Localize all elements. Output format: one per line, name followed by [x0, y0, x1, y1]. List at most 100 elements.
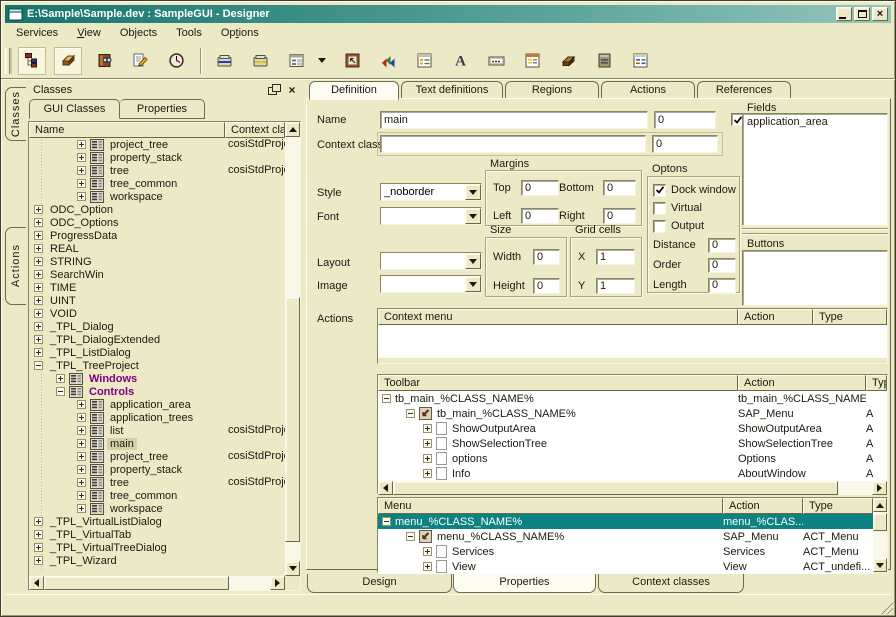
close-panel-icon[interactable]: ×: [285, 84, 299, 97]
tree-item-label[interactable]: application_trees: [107, 412, 196, 424]
tree-row[interactable]: application_trees: [29, 411, 285, 424]
output-checkbox[interactable]: [653, 220, 666, 233]
font-value[interactable]: [381, 208, 465, 224]
image-value[interactable]: [381, 276, 465, 292]
length-input[interactable]: [708, 278, 736, 293]
tree-item-label[interactable]: UINT: [47, 295, 79, 307]
distance-input[interactable]: [708, 238, 736, 253]
classes-tab-properties[interactable]: Properties: [120, 99, 205, 119]
tab-actions[interactable]: Actions: [601, 81, 695, 99]
style-dropdown-icon[interactable]: [465, 184, 481, 200]
toolbar-table[interactable]: Toolbar Action Type tb_main_%CLASS_NAME%…: [377, 374, 888, 494]
expand-plus-icon[interactable]: [77, 166, 86, 175]
tree-row[interactable]: _TPL_Wizard: [29, 554, 285, 567]
server-button[interactable]: [590, 47, 618, 75]
tree-row[interactable]: _TPL_ListDialog: [29, 346, 285, 359]
expand-plus-icon[interactable]: [77, 140, 86, 149]
context-menu-scroll-strip[interactable]: [378, 357, 887, 363]
scroll-right-icon[interactable]: [270, 576, 285, 590]
type-column[interactable]: Type: [866, 375, 887, 391]
tab-regions[interactable]: Regions: [505, 81, 599, 99]
margins-top-input[interactable]: [521, 180, 559, 196]
expand-plus-icon[interactable]: [34, 543, 43, 552]
margins-bottom-input[interactable]: [603, 180, 636, 196]
tree-item-label[interactable]: SearchWin: [47, 269, 107, 281]
color-arrows-button[interactable]: [374, 47, 402, 75]
tree-item-label[interactable]: property_stack: [107, 152, 185, 164]
buttons-listbox[interactable]: [742, 250, 888, 306]
tree-row[interactable]: ODC_Options: [29, 216, 285, 229]
action-column[interactable]: Action: [738, 309, 813, 325]
tree-row[interactable]: workspace: [29, 190, 285, 203]
tree-item-label[interactable]: _TPL_VirtualTab: [47, 529, 134, 541]
toolbar-table-row[interactable]: InfoAboutWindowA: [378, 466, 887, 481]
menu-table[interactable]: Menu Action Type menu_%CLASS_NAME%menu_%…: [377, 497, 888, 573]
scroll-up-icon[interactable]: [873, 498, 887, 512]
order-input[interactable]: [708, 258, 736, 273]
expand-plus-icon[interactable]: [34, 348, 43, 357]
tree-horizontal-scrollbar[interactable]: [29, 576, 285, 590]
tree-row[interactable]: treecosiStdProje: [29, 476, 285, 489]
tree-item-label[interactable]: workspace: [107, 503, 166, 515]
tree-row[interactable]: project_treecosiStdProje: [29, 138, 285, 151]
tree-row[interactable]: _TPL_VirtualListDialog: [29, 515, 285, 528]
minimize-button[interactable]: [836, 7, 852, 21]
bottom-tab-context-classes[interactable]: Context classes: [598, 574, 744, 593]
font-dropdown-icon[interactable]: [465, 208, 481, 224]
expand-plus-icon[interactable]: [56, 374, 65, 383]
expand-plus-icon[interactable]: [423, 469, 432, 478]
menu-services[interactable]: Services: [7, 25, 68, 42]
node-label[interactable]: Info: [452, 468, 470, 480]
tree-row[interactable]: UINT: [29, 294, 285, 307]
tree-item-label[interactable]: ODC_Options: [47, 217, 121, 229]
expand-plus-icon[interactable]: [34, 556, 43, 565]
menu-column[interactable]: Menu: [378, 498, 723, 514]
toolbar-column[interactable]: Toolbar: [378, 375, 738, 391]
expand-plus-icon[interactable]: [77, 426, 86, 435]
tree-row[interactable]: _TPL_DialogExtended: [29, 333, 285, 346]
fields-buttons-splitter[interactable]: [742, 229, 888, 234]
expand-plus-icon[interactable]: [34, 231, 43, 240]
toolbar-table-row[interactable]: tb_main_%CLASS_NAME%tb_main_%CLASS_NAME%: [378, 391, 887, 406]
expand-plus-icon[interactable]: [34, 309, 43, 318]
scroll-left-icon[interactable]: [378, 481, 393, 495]
bottom-tab-properties[interactable]: Properties: [453, 574, 596, 593]
layout-value[interactable]: [381, 253, 465, 269]
class-hierarchy-button[interactable]: [18, 47, 46, 75]
tree-item-label[interactable]: STRING: [47, 256, 95, 268]
text-label-button[interactable]: [482, 47, 510, 75]
tree-row[interactable]: STRING: [29, 255, 285, 268]
tree-item-label[interactable]: _TPL_Dialog: [47, 321, 117, 333]
tree-item-label[interactable]: Windows: [86, 373, 140, 385]
expand-plus-icon[interactable]: [34, 218, 43, 227]
image-dropdown-icon[interactable]: [465, 276, 481, 292]
context-menu-column[interactable]: Context menu: [378, 309, 738, 325]
expand-plus-icon[interactable]: [423, 439, 432, 448]
tree-row[interactable]: project_treecosiStdProje: [29, 450, 285, 463]
type-column[interactable]: Type: [813, 309, 887, 325]
tree-item-label[interactable]: project_tree: [107, 139, 171, 151]
expand-plus-icon[interactable]: [34, 283, 43, 292]
node-label[interactable]: options: [452, 453, 487, 465]
expand-plus-icon[interactable]: [34, 270, 43, 279]
expand-plus-icon[interactable]: [34, 257, 43, 266]
close-button[interactable]: ×: [872, 7, 888, 21]
tree-item-label[interactable]: Controls: [86, 386, 137, 398]
menu-table-row[interactable]: ViewViewACT_undefi...: [378, 559, 873, 574]
expand-plus-icon[interactable]: [77, 491, 86, 500]
scroll-down-icon[interactable]: [285, 561, 300, 576]
tree-row[interactable]: property_stack: [29, 151, 285, 164]
tree-row[interactable]: TIME: [29, 281, 285, 294]
menu-table-vscrollbar[interactable]: [873, 498, 887, 572]
tree-item-label[interactable]: _TPL_ListDialog: [47, 347, 134, 359]
dock-window-checkbox[interactable]: [653, 184, 666, 197]
scroll-right-icon[interactable]: [872, 481, 887, 495]
column-header-name[interactable]: Name: [29, 122, 225, 138]
font-button[interactable]: A: [446, 47, 474, 75]
node-label[interactable]: ShowSelectionTree: [452, 438, 547, 450]
eraser-button[interactable]: [54, 47, 82, 75]
context-class-number-input[interactable]: [652, 135, 718, 153]
style-combobox[interactable]: [380, 183, 482, 201]
tree-row[interactable]: _TPL_Dialog: [29, 320, 285, 333]
scroll-down-icon[interactable]: [873, 558, 887, 572]
